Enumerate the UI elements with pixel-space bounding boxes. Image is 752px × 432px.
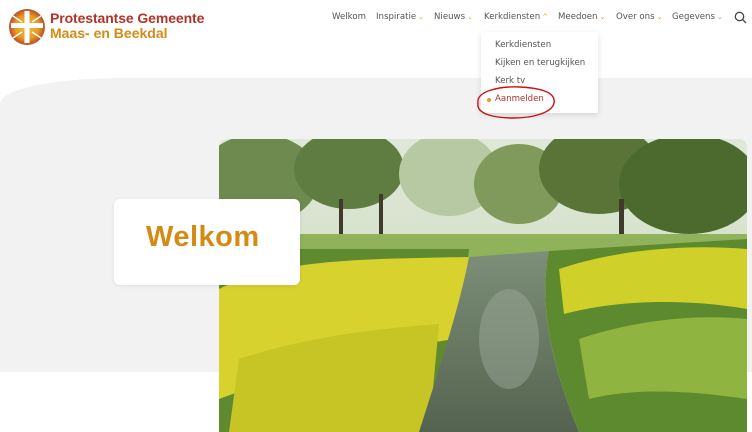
- dropdown-item-kerkdiensten[interactable]: Kerkdiensten: [495, 40, 551, 50]
- nav-item-label: Nieuws: [434, 12, 466, 22]
- nav-item-over-ons[interactable]: Over ons ⌄: [616, 12, 662, 22]
- nav-item-label: Over ons: [616, 12, 655, 22]
- chevron-down-icon: ⌄: [467, 13, 473, 21]
- brand-line-2: Maas- en Beekdal: [50, 25, 168, 41]
- nav-item-welkom[interactable]: Welkom: [332, 12, 366, 22]
- page-title: Welkom: [146, 221, 260, 253]
- dropdown-item-kijken-en-terugkijken[interactable]: Kijken en terugkijken: [495, 58, 585, 68]
- nav-item-label: Gegevens: [672, 12, 715, 22]
- nav-item-label: Kerkdiensten: [484, 12, 541, 22]
- church-logo-icon[interactable]: [8, 8, 46, 46]
- nav-item-label: Meedoen: [558, 12, 598, 22]
- site-header: Protestantse Gemeente Maas- en Beekdal W…: [0, 0, 752, 56]
- nav-item-gegevens[interactable]: Gegevens ⌄: [672, 12, 723, 22]
- chevron-down-icon: ⌄: [599, 13, 606, 21]
- welcome-card: Welkom: [114, 199, 300, 285]
- nav-item-label: Inspiratie: [376, 12, 417, 22]
- annotation-circle: [477, 86, 555, 119]
- chevron-down-icon: ⌄: [717, 13, 723, 21]
- brand-line-1: Protestantse Gemeente: [50, 10, 205, 26]
- search-icon[interactable]: [734, 11, 747, 24]
- nav-item-kerkdiensten[interactable]: Kerkdiensten ^: [484, 12, 548, 22]
- chevron-up-icon: ^: [542, 13, 549, 21]
- site-brand[interactable]: Protestantse Gemeente Maas- en Beekdal: [50, 11, 204, 41]
- nav-item-meedoen[interactable]: Meedoen ⌄: [558, 12, 605, 22]
- chevron-down-icon: ⌄: [656, 13, 663, 21]
- chevron-down-icon: ⌄: [418, 13, 425, 21]
- nav-item-nieuws[interactable]: Nieuws ⌄: [434, 12, 473, 22]
- nav-item-label: Welkom: [332, 12, 366, 22]
- hero-landscape-image: [219, 139, 747, 432]
- nav-item-inspiratie[interactable]: Inspiratie ⌄: [376, 12, 424, 22]
